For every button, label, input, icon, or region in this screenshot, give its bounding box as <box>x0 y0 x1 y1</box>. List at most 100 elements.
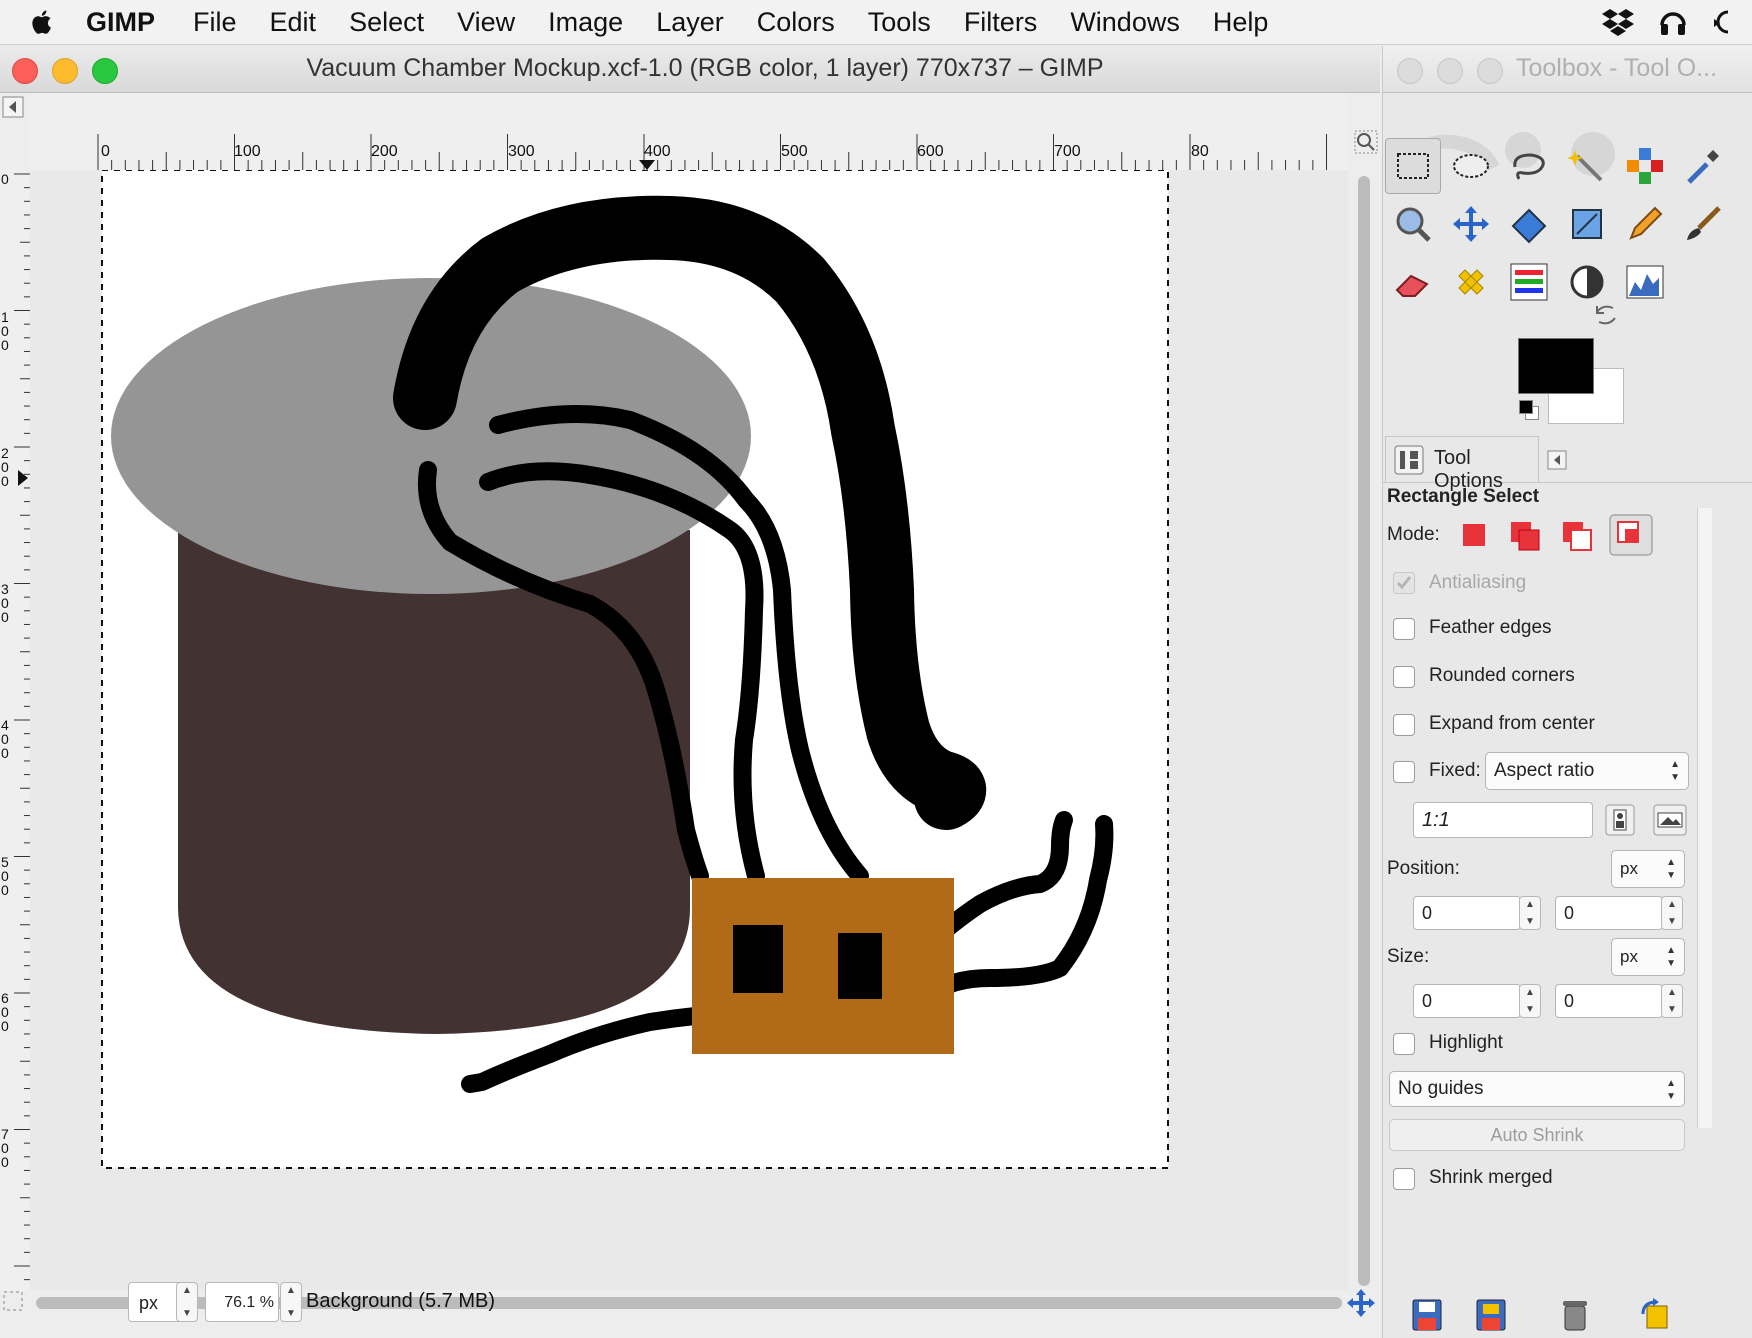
landscape-icon[interactable] <box>1653 804 1687 836</box>
horizontal-ruler[interactable]: 0 100 200 300 400 500 600 700 80 <box>30 94 1348 170</box>
expand-from-center-checkbox[interactable] <box>1393 714 1415 736</box>
rounded-corners-checkbox[interactable] <box>1393 666 1415 688</box>
toolbox-minimize-button[interactable] <box>1437 58 1463 84</box>
fixed-mode-select[interactable]: Aspect ratio <box>1485 752 1689 790</box>
vertical-scrollbar[interactable] <box>1352 176 1374 1286</box>
position-x-input[interactable]: 0 <box>1413 896 1521 930</box>
svg-text:0: 0 <box>1 882 9 898</box>
shrink-merged-checkbox[interactable] <box>1393 1168 1415 1190</box>
size-width-input[interactable]: 0 <box>1413 984 1521 1018</box>
menu-colors[interactable]: Colors <box>757 7 835 38</box>
crop-icon[interactable] <box>1559 196 1615 252</box>
mode-subtract-icon[interactable] <box>1557 518 1597 552</box>
reset-options-icon[interactable] <box>1639 1298 1671 1332</box>
lasso-icon[interactable] <box>1501 138 1557 194</box>
position-y-spinner[interactable] <box>1661 896 1683 930</box>
toolbox-zoom-button[interactable] <box>1477 58 1503 84</box>
levels-icon[interactable] <box>1617 254 1673 310</box>
size-unit-select[interactable]: px <box>1611 938 1685 976</box>
transform-icon[interactable] <box>1501 196 1557 252</box>
quick-mask-icon[interactable] <box>2 1290 24 1312</box>
menu-select[interactable]: Select <box>349 7 424 38</box>
size-width-spinner[interactable] <box>1519 984 1541 1018</box>
paintbrush-icon[interactable] <box>1675 196 1731 252</box>
ruler-h-label: 400 <box>644 143 671 160</box>
chamber-body <box>178 530 690 1034</box>
select-by-color-icon[interactable] <box>1617 138 1673 194</box>
size-label: Size: <box>1387 946 1430 967</box>
toolbox-close-button[interactable] <box>1397 58 1423 84</box>
zoom-icon[interactable] <box>1385 196 1441 252</box>
rect-select-icon[interactable] <box>1385 138 1441 194</box>
color-balance-icon[interactable] <box>1501 254 1557 310</box>
move-icon[interactable] <box>1443 196 1499 252</box>
portrait-icon[interactable] <box>1605 804 1635 836</box>
tool-options-tabbar: Tool Options <box>1383 436 1752 492</box>
fixed-checkbox[interactable] <box>1393 761 1415 783</box>
rounded-corners-label: Rounded corners <box>1429 665 1575 686</box>
ellipse-select-icon[interactable] <box>1443 138 1499 194</box>
restore-options-icon[interactable] <box>1475 1298 1507 1332</box>
dropbox-icon[interactable] <box>1602 7 1634 37</box>
fixed-label: Fixed: <box>1429 760 1481 781</box>
time-machine-icon[interactable] <box>1712 7 1728 37</box>
heal-icon[interactable] <box>1443 254 1499 310</box>
menu-edit[interactable]: Edit <box>270 7 317 38</box>
menu-image[interactable]: Image <box>548 7 623 38</box>
unit-selector-arrows[interactable] <box>176 1282 198 1322</box>
toolbox-bottom-bar <box>1383 1294 1752 1338</box>
ruler-h-label: 600 <box>917 143 944 160</box>
menu-windows[interactable]: Windows <box>1070 7 1180 38</box>
default-colors-icon[interactable] <box>1519 400 1533 414</box>
ratio-input[interactable]: 1:1 <box>1413 802 1593 838</box>
save-options-icon[interactable] <box>1411 1298 1443 1332</box>
size-height-input[interactable]: 0 <box>1555 984 1663 1018</box>
pencil-icon[interactable] <box>1617 196 1673 252</box>
position-x-spinner[interactable] <box>1519 896 1541 930</box>
zoom-field[interactable]: 76.1 % <box>205 1282 279 1322</box>
eraser-icon[interactable] <box>1385 254 1441 310</box>
menu-bar: GIMP File Edit Select View Image Layer C… <box>0 0 1752 45</box>
antialiasing-label: Antialiasing <box>1429 572 1527 593</box>
position-y-input[interactable]: 0 <box>1555 896 1663 930</box>
menu-tools[interactable]: Tools <box>868 7 931 38</box>
tab-tool-options[interactable]: Tool Options <box>1385 436 1539 492</box>
app-menu[interactable]: GIMP <box>86 7 155 38</box>
swap-colors-icon[interactable] <box>1593 302 1619 328</box>
headphones-icon[interactable] <box>1658 7 1688 37</box>
mode-add-icon[interactable] <box>1505 518 1545 552</box>
navigate-icon[interactable] <box>1346 1288 1376 1318</box>
box-slot <box>838 933 882 999</box>
menu-file[interactable]: File <box>193 7 237 38</box>
tool-options-icon <box>1394 445 1424 475</box>
mode-intersect-icon[interactable] <box>1609 514 1653 556</box>
zoom-on-resize-icon[interactable] <box>1354 130 1378 154</box>
tool-options-scrollbar[interactable] <box>1697 508 1712 1128</box>
foreground-color-swatch[interactable] <box>1518 338 1594 394</box>
svg-text:0: 0 <box>1 1154 9 1170</box>
ruler-h-label: 700 <box>1054 143 1081 160</box>
tab-menu-icon[interactable] <box>1547 450 1567 470</box>
color-picker-icon[interactable] <box>1675 138 1731 194</box>
menu-layer[interactable]: Layer <box>656 7 724 38</box>
guides-select[interactable]: No guides <box>1389 1071 1685 1107</box>
svg-text:0: 0 <box>1 171 9 187</box>
image-canvas[interactable] <box>30 170 1348 1290</box>
position-unit-select[interactable]: px <box>1611 850 1685 888</box>
menu-view[interactable]: View <box>457 7 515 38</box>
fuzzy-select-icon[interactable] <box>1559 138 1615 194</box>
image-menu-icon[interactable] <box>2 96 24 118</box>
feather-edges-checkbox[interactable] <box>1393 618 1415 640</box>
antialiasing-checkbox[interactable] <box>1393 572 1415 594</box>
highlight-checkbox[interactable] <box>1393 1033 1415 1055</box>
delete-options-icon[interactable] <box>1561 1298 1589 1332</box>
auto-shrink-button[interactable]: Auto Shrink <box>1389 1119 1685 1151</box>
apple-menu-icon[interactable] <box>28 7 58 37</box>
canvas-area[interactable] <box>30 170 1348 1290</box>
menu-filters[interactable]: Filters <box>964 7 1038 38</box>
menu-help[interactable]: Help <box>1213 7 1269 38</box>
size-height-spinner[interactable] <box>1661 984 1683 1018</box>
zoom-arrows[interactable] <box>280 1282 302 1322</box>
mode-replace-icon[interactable] <box>1453 518 1493 552</box>
vertical-ruler[interactable]: 0 100 200 300 400 500 600 700 <box>0 170 30 1290</box>
